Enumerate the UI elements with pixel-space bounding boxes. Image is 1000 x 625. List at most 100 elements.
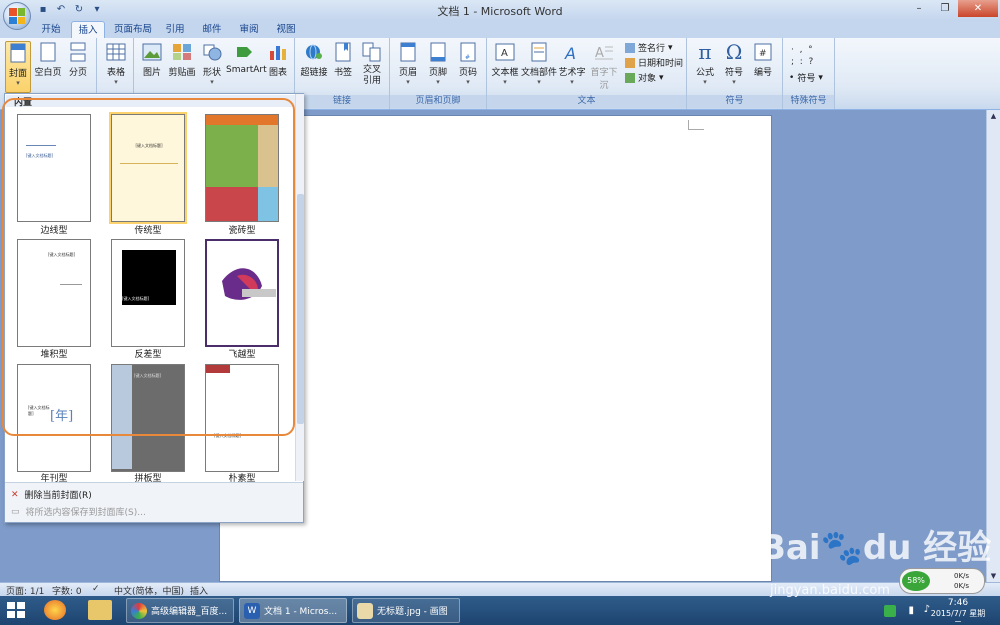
chart-icon [267, 41, 289, 63]
smartart-button[interactable]: SmartArt [226, 41, 267, 75]
scroll-down-icon[interactable]: ▼ [987, 570, 1000, 582]
office-button[interactable] [3, 2, 31, 30]
picture-button[interactable]: 图片 [138, 41, 166, 78]
cover-template-flyby[interactable] [205, 239, 279, 347]
restore-icon[interactable]: ❐ [932, 0, 958, 17]
template-text: [键入文档标题] [28, 405, 50, 416]
page-break-button[interactable]: 分页 [64, 41, 92, 78]
hyperlink-icon [303, 41, 325, 63]
app-pinned-icon[interactable] [44, 600, 66, 620]
delete-cover-button[interactable]: ✕ 删除当前封面(R) [11, 488, 92, 502]
template-block [206, 125, 258, 187]
minimize-icon[interactable]: – [906, 0, 932, 17]
cover-button[interactable]: 封面 ▾ [5, 41, 31, 93]
template-block [112, 365, 132, 469]
textbox-button[interactable]: A 文本框 ▾ [490, 41, 520, 86]
paint-icon [357, 602, 373, 619]
gallery-section-title: 内置 [6, 95, 296, 108]
taskbar-item-paint[interactable]: 无标题.jpg - 画图 [352, 598, 460, 623]
signature-line-button[interactable]: 签名行 ▾ [625, 41, 673, 54]
close-icon[interactable]: ✕ [958, 0, 998, 17]
taskbar-item-editor[interactable]: 高级编辑器_百度... [126, 598, 234, 623]
textbox-label: 文本框 [491, 68, 519, 78]
symbol-label: 符号 [724, 68, 743, 78]
object-button[interactable]: 对象 ▾ [625, 71, 664, 84]
shapes-label: 形状 [202, 68, 221, 78]
chart-button[interactable]: 图表 [265, 41, 291, 78]
cross-reference-button[interactable]: 交叉引用 [357, 41, 387, 87]
tab-page-layout[interactable]: 页面布局 [110, 21, 156, 38]
shapes-icon [201, 41, 223, 63]
table-icon [105, 41, 127, 63]
date-time-button[interactable]: 日期和时间 [625, 56, 683, 69]
tab-review[interactable]: 审阅 [234, 21, 264, 38]
cover-gallery: 内置 [键入文档标题] 边线型 [键入文档标题] 传统型 瓷砖型 [键入文档标题… [4, 93, 304, 523]
chevron-down-icon: ▾ [503, 78, 507, 86]
header-icon [397, 41, 419, 63]
wordart-button[interactable]: A 艺术字 ▾ [557, 41, 587, 86]
template-art [222, 268, 276, 300]
folder-icon[interactable] [88, 600, 112, 620]
date-time-label: 日期和时间 [638, 59, 684, 69]
object-label: 对象 [638, 74, 657, 84]
hyperlink-button[interactable]: 超链接 [299, 41, 329, 78]
tab-view[interactable]: 视图 [271, 21, 301, 38]
calendar-icon [625, 57, 635, 68]
tab-mailings[interactable]: 邮件 [197, 21, 227, 38]
numbering-button[interactable]: # 编号 [749, 41, 777, 78]
footer-button[interactable]: 页脚 ▾ [424, 41, 452, 86]
tab-insert[interactable]: 插入 [71, 21, 105, 38]
table-button[interactable]: 表格 ▾ [101, 41, 131, 86]
tray-network-icon[interactable]: ▮ [908, 605, 914, 616]
group-label-symbols: 符号 [687, 95, 782, 108]
template-text: [键入文档标题] [26, 153, 54, 158]
bookmark-button[interactable]: 书签 [330, 41, 356, 78]
chevron-down-icon: ▾ [570, 78, 574, 86]
special-symbols-grid[interactable]: · , °; : ? [791, 44, 813, 68]
cover-template-contrast[interactable]: [键入文档标题] [111, 239, 185, 347]
tray-security-icon[interactable] [884, 605, 896, 617]
quick-parts-button[interactable]: 文档部件 ▾ [521, 41, 557, 86]
special-symbol-button[interactable]: • 符号 ▾ [789, 71, 823, 85]
cover-template-annual[interactable]: [键入文档标题] [年] [17, 364, 91, 472]
bookmark-icon [332, 41, 354, 63]
cover-template-stacks[interactable]: [键入文档标题] [17, 239, 91, 347]
symbol-button[interactable]: Ω 符号 ▾ [720, 40, 748, 86]
chart-label: 图表 [268, 68, 287, 78]
taskbar-item-word[interactable]: W 文档 1 - Micros... [239, 598, 347, 623]
cover-label-traditional: 传统型 [134, 226, 162, 236]
clipart-button[interactable]: 剪贴画 [167, 41, 197, 78]
spellcheck-icon[interactable]: ✓ [92, 584, 100, 594]
template-block [206, 187, 258, 221]
save-to-gallery-button[interactable]: ▭ 将所选内容保存到封面库(S)... [11, 505, 146, 519]
cover-label-tiles: 瓷砖型 [228, 226, 256, 236]
gallery-scroll-thumb[interactable] [297, 194, 304, 424]
blank-page-button[interactable]: 空白页 [33, 41, 63, 78]
cover-template-austere[interactable]: [键入文档标题] [205, 364, 279, 472]
save-to-gallery-label: 将所选内容保存到封面库(S)... [25, 508, 146, 518]
chevron-down-icon: ▾ [406, 78, 410, 86]
equation-button[interactable]: π 公式 ▾ [691, 40, 719, 86]
cover-template-puzzle[interactable]: [键入文档标题] [111, 364, 185, 472]
quick-parts-icon [528, 41, 550, 63]
cover-template-sideline[interactable]: [键入文档标题] [17, 114, 91, 222]
tab-home[interactable]: 开始 [34, 21, 68, 38]
windows-start-icon[interactable] [6, 601, 26, 619]
network-percent: 58% [902, 571, 930, 591]
drop-cap-button[interactable]: A 首字下沉 [587, 41, 621, 91]
table-label: 表格 [106, 68, 125, 78]
taskbar-item-label: 无标题.jpg - 画图 [377, 607, 448, 617]
tray-clock[interactable]: 7:46 2015/7/7 星期二 [928, 598, 988, 625]
gallery-scrollbar[interactable] [295, 94, 304, 481]
group-label-header-footer: 页眉和页脚 [390, 95, 486, 108]
header-label: 页眉 [398, 68, 417, 78]
shapes-button[interactable]: 形状 ▾ [198, 41, 226, 86]
header-button[interactable]: 页眉 ▾ [394, 41, 422, 86]
page-number-button[interactable]: # 页码 ▾ [454, 41, 482, 86]
cover-template-traditional[interactable]: [键入文档标题] [109, 112, 187, 224]
cover-template-tiles[interactable] [205, 114, 279, 222]
network-monitor[interactable]: 58% 0K/s 0K/s [899, 568, 985, 594]
vertical-scrollbar[interactable]: ▲ ▼ [986, 110, 1000, 582]
scroll-up-icon[interactable]: ▲ [987, 110, 1000, 122]
tab-references[interactable]: 引用 [160, 21, 190, 38]
